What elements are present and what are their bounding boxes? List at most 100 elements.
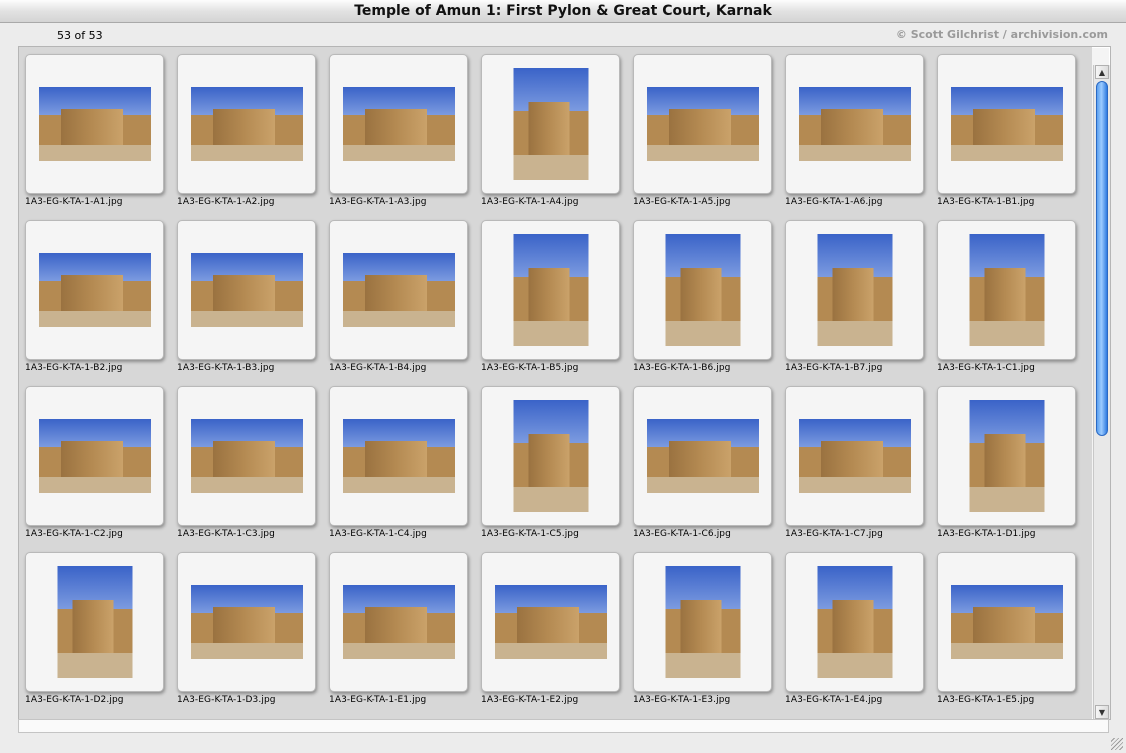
thumbnail-item[interactable]: 1A3-EG-K-TA-1-B6.jpg [627, 213, 779, 373]
photo-thumbnail [38, 419, 151, 493]
photo-thumbnail [646, 419, 759, 493]
photo-thumbnail [342, 585, 455, 659]
slide-mount[interactable] [329, 220, 468, 360]
horizontal-scrollbar[interactable] [18, 719, 1109, 733]
slide-mount[interactable] [25, 386, 164, 526]
thumbnail-item[interactable]: 1A3-EG-K-TA-1-C4.jpg [323, 379, 475, 539]
thumbnail-filename: 1A3-EG-K-TA-1-D2.jpg [25, 695, 124, 705]
photo-thumbnail [665, 234, 740, 346]
thumbnail-item[interactable]: 1A3-EG-K-TA-1-B4.jpg [323, 213, 475, 373]
photo-thumbnail [969, 234, 1044, 346]
slide-mount[interactable] [25, 552, 164, 692]
thumbnail-filename: 1A3-EG-K-TA-1-C5.jpg [481, 529, 579, 539]
thumbnail-browser: 1A3-EG-K-TA-1-A1.jpg 1A3-EG-K-TA-1-A2.jpg… [18, 46, 1111, 720]
thumbnail-filename: 1A3-EG-K-TA-1-C4.jpg [329, 529, 427, 539]
thumbnail-item[interactable]: 1A3-EG-K-TA-1-A3.jpg [323, 47, 475, 207]
slide-mount[interactable] [785, 220, 924, 360]
scroll-up-icon[interactable]: ▲ [1095, 65, 1109, 79]
slide-mount[interactable] [177, 54, 316, 194]
thumbnail-item[interactable]: 1A3-EG-K-TA-1-E3.jpg [627, 545, 779, 705]
slide-mount[interactable] [937, 220, 1076, 360]
thumbnail-item[interactable]: 1A3-EG-K-TA-1-A4.jpg [475, 47, 627, 207]
photo-thumbnail [798, 87, 911, 161]
slide-mount[interactable] [785, 54, 924, 194]
slide-mount[interactable] [937, 386, 1076, 526]
slide-mount[interactable] [937, 552, 1076, 692]
photo-thumbnail [950, 87, 1063, 161]
slide-mount[interactable] [329, 552, 468, 692]
thumbnail-item[interactable]: 1A3-EG-K-TA-1-C5.jpg [475, 379, 627, 539]
slide-mount[interactable] [633, 386, 772, 526]
thumbnail-filename: 1A3-EG-K-TA-1-A6.jpg [785, 197, 883, 207]
photo-thumbnail [494, 585, 607, 659]
thumbnail-item[interactable]: 1A3-EG-K-TA-1-D1.jpg [931, 379, 1083, 539]
slide-mount[interactable] [937, 54, 1076, 194]
slide-mount[interactable] [633, 552, 772, 692]
thumbnail-filename: 1A3-EG-K-TA-1-C2.jpg [25, 529, 123, 539]
thumbnail-item[interactable]: 1A3-EG-K-TA-1-B5.jpg [475, 213, 627, 373]
slide-mount[interactable] [481, 220, 620, 360]
slide-mount[interactable] [481, 54, 620, 194]
thumbnail-filename: 1A3-EG-K-TA-1-B3.jpg [177, 363, 275, 373]
photo-thumbnail [342, 87, 455, 161]
slide-mount[interactable] [481, 552, 620, 692]
photo-thumbnail [513, 68, 588, 180]
thumbnail-item[interactable]: 1A3-EG-K-TA-1-B2.jpg [19, 213, 171, 373]
slide-mount[interactable] [785, 386, 924, 526]
thumbnail-filename: 1A3-EG-K-TA-1-E5.jpg [937, 695, 1035, 705]
thumbnail-item[interactable]: 1A3-EG-K-TA-1-B1.jpg [931, 47, 1083, 207]
thumbnail-item[interactable]: 1A3-EG-K-TA-1-B3.jpg [171, 213, 323, 373]
thumbnail-item[interactable]: 1A3-EG-K-TA-1-D2.jpg [19, 545, 171, 705]
slide-mount[interactable] [329, 386, 468, 526]
photo-thumbnail [342, 419, 455, 493]
thumbnail-filename: 1A3-EG-K-TA-1-B2.jpg [25, 363, 123, 373]
thumbnail-filename: 1A3-EG-K-TA-1-A5.jpg [633, 197, 731, 207]
thumbnail-item[interactable]: 1A3-EG-K-TA-1-C7.jpg [779, 379, 931, 539]
photo-thumbnail [342, 253, 455, 327]
resize-grip-icon[interactable] [1111, 738, 1123, 750]
slide-mount[interactable] [177, 552, 316, 692]
slide-mount[interactable] [633, 54, 772, 194]
slide-mount[interactable] [785, 552, 924, 692]
photo-thumbnail [38, 87, 151, 161]
photo-thumbnail [190, 87, 303, 161]
thumbnail-filename: 1A3-EG-K-TA-1-A2.jpg [177, 197, 275, 207]
thumbnail-filename: 1A3-EG-K-TA-1-B6.jpg [633, 363, 731, 373]
thumbnail-item[interactable]: 1A3-EG-K-TA-1-C6.jpg [627, 379, 779, 539]
thumbnail-item[interactable]: 1A3-EG-K-TA-1-E1.jpg [323, 545, 475, 705]
scroll-down-icon[interactable]: ▼ [1095, 705, 1109, 719]
thumbnail-filename: 1A3-EG-K-TA-1-C7.jpg [785, 529, 883, 539]
photo-thumbnail [513, 400, 588, 512]
thumbnail-filename: 1A3-EG-K-TA-1-E3.jpg [633, 695, 731, 705]
thumbnail-item[interactable]: 1A3-EG-K-TA-1-C2.jpg [19, 379, 171, 539]
thumbnail-filename: 1A3-EG-K-TA-1-A1.jpg [25, 197, 123, 207]
slide-mount[interactable] [329, 54, 468, 194]
slide-mount[interactable] [177, 386, 316, 526]
slide-mount[interactable] [481, 386, 620, 526]
thumbnail-item[interactable]: 1A3-EG-K-TA-1-B7.jpg [779, 213, 931, 373]
slide-mount[interactable] [177, 220, 316, 360]
thumbnail-item[interactable]: 1A3-EG-K-TA-1-D3.jpg [171, 545, 323, 705]
vertical-scrollbar[interactable]: ▲ ▼ [1093, 65, 1110, 719]
photo-thumbnail [190, 419, 303, 493]
thumbnail-filename: 1A3-EG-K-TA-1-B1.jpg [937, 197, 1035, 207]
thumbnail-filename: 1A3-EG-K-TA-1-B4.jpg [329, 363, 427, 373]
thumbnail-item[interactable]: 1A3-EG-K-TA-1-A2.jpg [171, 47, 323, 207]
thumbnail-item[interactable]: 1A3-EG-K-TA-1-C3.jpg [171, 379, 323, 539]
thumbnail-item[interactable]: 1A3-EG-K-TA-1-A1.jpg [19, 47, 171, 207]
slide-mount[interactable] [633, 220, 772, 360]
thumbnail-item[interactable]: 1A3-EG-K-TA-1-E5.jpg [931, 545, 1083, 705]
scroll-thumb[interactable] [1096, 81, 1108, 436]
slide-mount[interactable] [25, 54, 164, 194]
scroll-track[interactable] [1096, 81, 1108, 703]
slide-mount[interactable] [25, 220, 164, 360]
photo-thumbnail [798, 419, 911, 493]
thumbnail-item[interactable]: 1A3-EG-K-TA-1-E2.jpg [475, 545, 627, 705]
thumbnail-item[interactable]: 1A3-EG-K-TA-1-A5.jpg [627, 47, 779, 207]
thumbnail-filename: 1A3-EG-K-TA-1-E4.jpg [785, 695, 883, 705]
thumbnail-item[interactable]: 1A3-EG-K-TA-1-C1.jpg [931, 213, 1083, 373]
photo-thumbnail [646, 87, 759, 161]
photo-thumbnail [57, 566, 132, 678]
thumbnail-item[interactable]: 1A3-EG-K-TA-1-A6.jpg [779, 47, 931, 207]
thumbnail-item[interactable]: 1A3-EG-K-TA-1-E4.jpg [779, 545, 931, 705]
